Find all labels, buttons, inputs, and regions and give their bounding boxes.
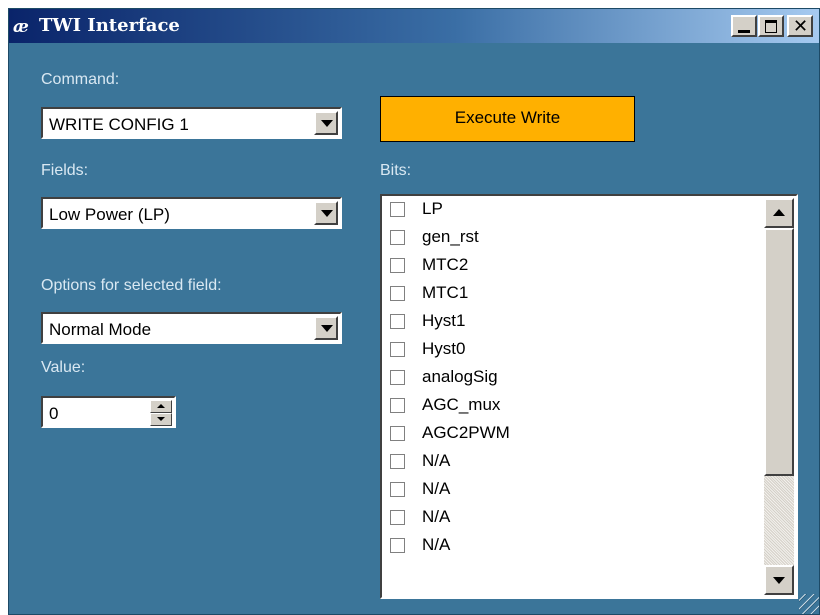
bit-label: N/A: [422, 451, 451, 470]
fields-label: Fields:: [41, 162, 89, 179]
bit-row[interactable]: Hyst0: [386, 336, 756, 364]
resize-grip-icon[interactable]: [799, 594, 819, 614]
bit-checkbox[interactable]: [390, 538, 405, 553]
bit-checkbox[interactable]: [390, 342, 405, 357]
bit-label: analogSig: [422, 367, 498, 386]
options-value: Normal Mode: [49, 320, 152, 339]
chevron-down-icon[interactable]: [314, 111, 338, 135]
fields-dropdown[interactable]: Low Power (LP): [41, 197, 342, 229]
bit-row[interactable]: AGC2PWM: [386, 420, 756, 448]
bit-checkbox[interactable]: [390, 454, 405, 469]
close-button[interactable]: ✕: [787, 15, 813, 37]
spin-up-icon[interactable]: [150, 400, 172, 413]
bits-list[interactable]: LP gen_rst MTC2 MTC1 Hyst1 Hyst0 analogS…: [380, 194, 798, 599]
bit-row[interactable]: gen_rst: [386, 224, 756, 252]
bit-row[interactable]: LP: [386, 196, 756, 224]
bit-checkbox[interactable]: [390, 398, 405, 413]
fields-value: Low Power (LP): [49, 205, 170, 224]
bit-row[interactable]: N/A: [386, 504, 756, 532]
bit-row[interactable]: N/A: [386, 532, 756, 560]
execute-write-button[interactable]: Execute Write: [380, 96, 635, 142]
options-label: Options for selected field:: [41, 277, 222, 294]
bit-label: MTC2: [422, 255, 469, 274]
minimize-button[interactable]: [731, 15, 757, 37]
bit-label: AGC2PWM: [422, 423, 510, 442]
bit-checkbox[interactable]: [390, 426, 405, 441]
twi-interface-window: æ TWI Interface ✕ Command: WRITE CONFIG …: [8, 8, 820, 615]
bit-label: MTC1: [422, 283, 469, 302]
bits-label: Bits:: [380, 162, 412, 179]
scroll-down-icon[interactable]: [764, 565, 794, 595]
maximize-button[interactable]: [758, 15, 784, 37]
value-label: Value:: [41, 359, 86, 376]
value-stepper[interactable]: 0: [41, 396, 176, 428]
chevron-down-icon[interactable]: [314, 316, 338, 340]
bit-row[interactable]: N/A: [386, 476, 756, 504]
command-label: Command:: [41, 71, 120, 88]
bit-label: N/A: [422, 507, 451, 526]
scroll-up-icon[interactable]: [764, 198, 794, 228]
bit-row[interactable]: Hyst1: [386, 308, 756, 336]
window-title: TWI Interface: [39, 15, 180, 36]
bit-checkbox[interactable]: [390, 230, 405, 245]
bit-label: N/A: [422, 479, 451, 498]
svg-text:æ: æ: [13, 17, 29, 37]
bit-checkbox[interactable]: [390, 286, 405, 301]
bit-checkbox[interactable]: [390, 510, 405, 525]
bit-row[interactable]: analogSig: [386, 364, 756, 392]
spin-down-icon[interactable]: [150, 413, 172, 426]
close-icon: ✕: [793, 16, 809, 36]
bits-scrollbar[interactable]: [764, 198, 794, 595]
scroll-thumb[interactable]: [764, 228, 794, 476]
bit-label: N/A: [422, 535, 451, 554]
bit-checkbox[interactable]: [390, 202, 405, 217]
command-value: WRITE CONFIG 1: [49, 115, 189, 134]
bit-label: LP: [422, 199, 443, 218]
chevron-down-icon[interactable]: [314, 201, 338, 225]
bit-label: Hyst1: [422, 311, 466, 330]
value-input[interactable]: 0: [49, 404, 58, 424]
bit-checkbox[interactable]: [390, 370, 405, 385]
app-icon: æ: [13, 15, 37, 37]
bit-row[interactable]: N/A: [386, 448, 756, 476]
command-dropdown[interactable]: WRITE CONFIG 1: [41, 107, 342, 139]
options-dropdown[interactable]: Normal Mode: [41, 312, 342, 344]
title-bar[interactable]: æ TWI Interface ✕: [9, 9, 819, 43]
bit-row[interactable]: AGC_mux: [386, 392, 756, 420]
bit-checkbox[interactable]: [390, 482, 405, 497]
bit-checkbox[interactable]: [390, 258, 405, 273]
bit-label: AGC_mux: [422, 395, 501, 414]
bit-row[interactable]: MTC1: [386, 280, 756, 308]
bit-row[interactable]: MTC2: [386, 252, 756, 280]
bit-checkbox[interactable]: [390, 314, 405, 329]
bit-label: gen_rst: [422, 227, 479, 246]
bit-label: Hyst0: [422, 339, 466, 358]
